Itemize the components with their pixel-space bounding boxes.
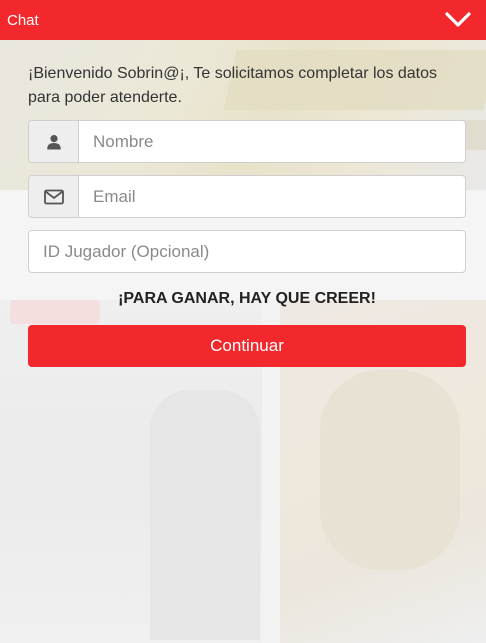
name-input[interactable] <box>79 121 465 162</box>
chat-form: ¡Bienvenido Sobrin@¡, Te solicitamos com… <box>28 40 466 367</box>
player-id-field[interactable] <box>28 230 466 273</box>
continue-button[interactable]: Continuar <box>28 325 466 367</box>
slogan-text: ¡PARA GANAR, HAY QUE CREER! <box>118 290 376 307</box>
email-field[interactable] <box>28 175 466 218</box>
welcome-message: ¡Bienvenido Sobrin@¡, Te solicitamos com… <box>28 65 438 106</box>
name-field[interactable] <box>28 120 466 163</box>
chat-header[interactable]: Chat <box>0 0 486 40</box>
envelope-icon <box>29 176 79 217</box>
chevron-down-icon[interactable] <box>444 10 472 30</box>
player-id-input[interactable] <box>29 231 465 272</box>
user-icon <box>29 121 79 162</box>
chat-title: Chat <box>7 11 39 29</box>
email-input[interactable] <box>79 176 465 217</box>
